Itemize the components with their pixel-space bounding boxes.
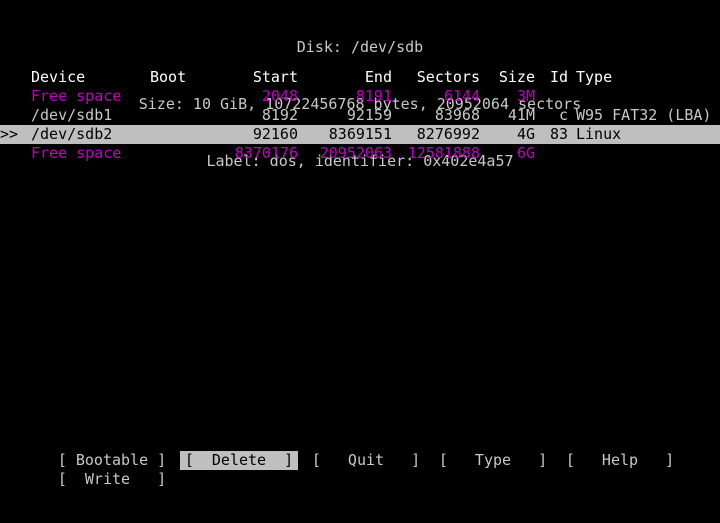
delete-button[interactable]: [ Delete ]: [180, 451, 298, 470]
cell-size: 4G: [516, 125, 535, 143]
cell-sectors: 12581888: [407, 144, 480, 162]
cell-type: Linux: [576, 125, 622, 143]
cell-id: c: [558, 106, 568, 124]
table-row[interactable]: /dev/sdb1 8192 92159 83968 41M c W95 FAT32 (LB…: [0, 106, 720, 125]
cell-device: Free space: [31, 144, 122, 162]
cell-sectors: 8276992: [416, 125, 480, 143]
type-button[interactable]: [ Type ]: [434, 451, 552, 470]
help-button[interactable]: [ Help ]: [561, 451, 679, 470]
cell-device: /dev/sdb1: [31, 106, 113, 124]
column-header-device: Device: [31, 68, 86, 86]
cell-start: 8370176: [234, 144, 298, 162]
disk-name-line: Disk: /dev/sdb: [296, 38, 424, 56]
cell-size: 3M: [516, 87, 535, 105]
cell-id: [540, 87, 568, 106]
write-button[interactable]: [ Write ]: [53, 470, 171, 489]
button-row-secondary: [ Write ]: [0, 470, 720, 489]
bootable-button[interactable]: [ Bootable ]: [53, 451, 171, 470]
cell-type: [576, 87, 720, 106]
cell-start: 92160: [252, 125, 298, 143]
action-button-bar: [ Bootable ] [ Delete ] [ Quit ] [ Type ] [ …: [0, 451, 720, 489]
table-row[interactable]: Free space 2048 8191 6144 3M: [0, 87, 720, 106]
table-header-row: Device Boot Start End Sectors Size Id Ty…: [0, 68, 720, 87]
table-row[interactable]: Free space 8370176 20952063 12581888 6G: [0, 144, 720, 163]
row-selection-marker: [0, 87, 30, 106]
column-header-start: Start: [252, 68, 298, 86]
cell-end: 92159: [346, 106, 392, 124]
table-row[interactable]: >> /dev/sdb2 92160 8369151 8276992 4G 83 Linux: [0, 125, 720, 144]
row-selection-marker: [0, 106, 30, 125]
column-header-sectors: Sectors: [416, 68, 480, 86]
cfdisk-terminal-screen: Disk: /dev/sdb Size: 10 GiB, 10722456768…: [0, 0, 720, 523]
cell-sectors: 83968: [434, 106, 480, 124]
cell-end: 8369151: [328, 125, 392, 143]
cell-type: [576, 144, 720, 163]
cell-end: 20952063: [319, 144, 392, 162]
cell-id: [540, 144, 568, 163]
cell-device: /dev/sdb2: [31, 125, 113, 143]
button-row-primary: [ Bootable ] [ Delete ] [ Quit ] [ Type ] [ …: [0, 451, 720, 470]
cell-sectors: 6144: [443, 87, 480, 105]
column-header-type: Type: [576, 68, 613, 86]
cell-start: 8192: [261, 106, 298, 124]
cell-end: 8191: [355, 87, 392, 105]
column-header-end: End: [364, 68, 392, 86]
cell-size: 41M: [507, 106, 535, 124]
cell-id: 83: [549, 125, 568, 143]
row-selection-marker: [0, 144, 30, 163]
column-header-size: Size: [498, 68, 535, 86]
cell-type: W95 FAT32 (LBA): [576, 106, 712, 124]
cell-device: Free space: [31, 87, 122, 105]
column-header-id: Id: [549, 68, 568, 86]
row-selection-marker: >>: [0, 125, 19, 143]
cell-start: 2048: [261, 87, 298, 105]
cell-size: 6G: [516, 144, 535, 162]
partition-rows: Free space 2048 8191 6144 3M/dev/sdb1 8192 921…: [0, 87, 720, 163]
quit-button[interactable]: [ Quit ]: [307, 451, 425, 470]
partition-table: Device Boot Start End Sectors Size Id Ty…: [0, 68, 720, 163]
